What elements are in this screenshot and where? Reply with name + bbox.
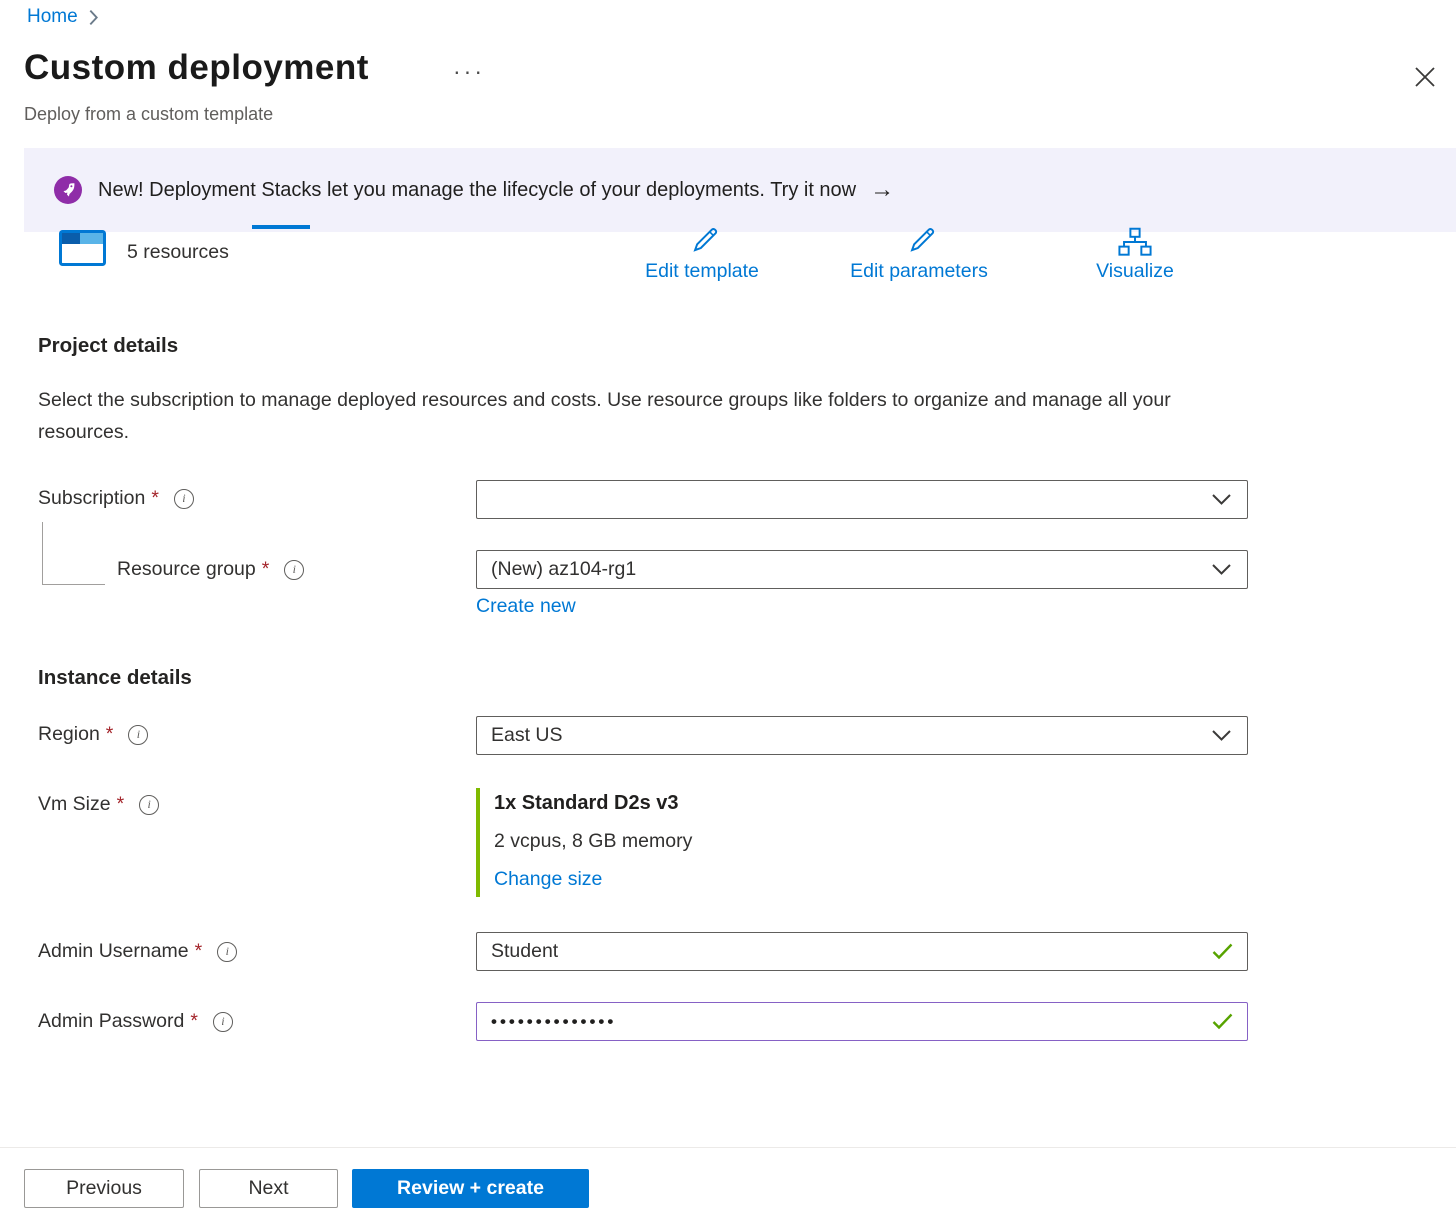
visualize-label: Visualize [1096,260,1174,283]
required-marker: * [151,487,159,510]
footer-divider [0,1147,1456,1148]
instance-details-heading: Instance details [38,666,192,690]
resource-group-dropdown[interactable]: (New) az104-rg1 [476,550,1248,589]
resource-group-value: (New) az104-rg1 [491,558,636,581]
sitemap-icon [1117,227,1153,257]
chevron-down-icon [1212,730,1231,741]
admin-username-label-text: Admin Username [38,940,189,963]
chevron-down-icon [1212,564,1231,575]
arrow-right-icon: → [870,178,894,202]
admin-password-label: Admin Password * i [38,1010,233,1033]
required-marker: * [195,940,203,963]
info-icon[interactable]: i [213,1012,233,1032]
resource-group-label: Resource group * i [117,558,304,581]
required-marker: * [117,793,125,816]
admin-username-field [476,932,1248,971]
info-icon[interactable]: i [174,489,194,509]
checkmark-icon [1212,943,1233,960]
subscription-dropdown[interactable] [476,480,1248,519]
create-new-link[interactable]: Create new [476,595,576,618]
region-label: Region * i [38,723,148,746]
info-icon[interactable]: i [128,725,148,745]
required-marker: * [190,1010,198,1033]
next-button[interactable]: Next [199,1169,338,1208]
close-icon [1414,66,1436,88]
partially-scrolled-element [252,225,310,229]
change-size-link[interactable]: Change size [494,868,602,891]
vm-size-specs: 2 vcpus, 8 GB memory [494,830,692,853]
admin-password-label-text: Admin Password [38,1010,184,1033]
info-icon[interactable]: i [284,560,304,580]
admin-username-input[interactable] [491,940,1233,963]
admin-username-label: Admin Username * i [38,940,237,963]
page-title: Custom deployment [24,48,369,88]
review-create-button[interactable]: Review + create [352,1169,589,1208]
banner-message: New! Deployment Stacks let you manage th… [98,179,856,202]
previous-button[interactable]: Previous [24,1169,184,1208]
edit-template-button[interactable]: Edit template [617,227,787,283]
resources-count: 5 resources [127,241,229,264]
admin-password-field [476,1002,1248,1041]
info-icon[interactable]: i [217,942,237,962]
hierarchy-connector-line [42,522,105,585]
required-marker: * [106,723,114,746]
resource-group-label-text: Resource group [117,558,256,581]
edit-parameters-button[interactable]: Edit parameters [823,227,1015,283]
project-details-description: Select the subscription to manage deploy… [38,384,1188,448]
vm-size-label-text: Vm Size [38,793,111,816]
close-button[interactable] [1410,62,1440,95]
edit-parameters-label: Edit parameters [850,260,988,283]
chevron-down-icon [1212,494,1231,505]
vm-size-value: 1x Standard D2s v3 [494,792,692,815]
visualize-button[interactable]: Visualize [1070,227,1200,283]
pencil-icon [901,227,937,257]
required-marker: * [262,558,270,581]
edit-template-label: Edit template [645,260,759,283]
rocket-icon [54,176,82,204]
subscription-label-text: Subscription [38,487,145,510]
info-icon[interactable]: i [139,795,159,815]
page-subtitle: Deploy from a custom template [24,104,273,125]
checkmark-icon [1212,1013,1233,1030]
region-value: East US [491,724,563,747]
chevron-right-icon [88,9,99,26]
subscription-label: Subscription * i [38,487,194,510]
more-options-button[interactable]: ··· [449,56,489,87]
region-dropdown[interactable]: East US [476,716,1248,755]
pencil-icon [684,227,720,257]
admin-password-input[interactable] [491,1012,1233,1032]
deployment-stacks-banner[interactable]: New! Deployment Stacks let you manage th… [24,148,1456,232]
vm-size-label: Vm Size * i [38,793,159,816]
template-icon [59,230,106,266]
breadcrumb-home-link[interactable]: Home [27,6,78,28]
breadcrumb: Home [27,6,99,28]
region-label-text: Region [38,723,100,746]
project-details-heading: Project details [38,334,178,358]
vm-size-selection: 1x Standard D2s v3 2 vcpus, 8 GB memory … [476,788,692,897]
